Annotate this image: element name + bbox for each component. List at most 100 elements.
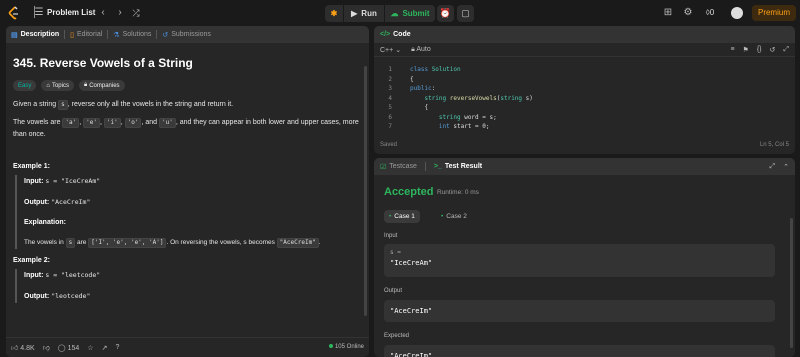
notes-button[interactable]: ▢ — [457, 5, 474, 22]
help-button[interactable]: ? — [115, 344, 119, 351]
checkbox-icon: ☑ — [380, 163, 387, 171]
format-icon[interactable]: ≡ — [730, 46, 734, 54]
code-text: { — [410, 75, 414, 83]
code-line[interactable]: 5 { — [374, 103, 795, 113]
line-number: 7 — [388, 123, 392, 130]
chevron-right-icon[interactable]: › — [114, 7, 126, 19]
timer-button[interactable]: ⏰ — [437, 5, 454, 22]
vowels-statement: The vowels are 'a', 'e', 'i', 'o', and '… — [13, 118, 359, 138]
difficulty-badge: Easy — [13, 80, 37, 91]
like-button[interactable]: 👍︎ 4.8K — [11, 343, 35, 352]
comment-icon: ◯ — [57, 344, 66, 352]
description-scrollbar[interactable] — [364, 66, 367, 316]
result-tab-bar: ☑ Testcase >_ Test Result ⤢ ⌃ — [374, 158, 795, 175]
list-icon[interactable]: ☰ — [33, 7, 45, 19]
code-line[interactable]: 6 string word = s; — [374, 113, 795, 123]
problem-title[interactable]: 345. Reverse Vowels of a String — [13, 56, 362, 70]
tab-test-result[interactable]: >_ Test Result — [434, 163, 482, 170]
companies-badge[interactable]: 🔒︎ Companies — [78, 80, 125, 91]
line-number: 1 — [388, 66, 392, 73]
run-button[interactable]: ▶ Run — [344, 5, 384, 22]
play-icon: ▶ — [351, 9, 358, 18]
note-icon: ▢ — [461, 8, 470, 18]
code-line[interactable]: 7 int start = 0; — [374, 122, 795, 132]
code-brackets-icon: </> — [380, 31, 391, 38]
reset-icon[interactable]: ↺ — [770, 46, 776, 54]
online-count: 105 Online — [334, 344, 364, 350]
expand-icon[interactable]: ⤢ — [783, 46, 789, 54]
favorite-button[interactable]: ☆ — [87, 344, 93, 352]
output-value: "AceCreIm" — [51, 198, 91, 206]
tag-icon: ⌂ — [46, 82, 50, 89]
output-label: Output: — [24, 199, 50, 206]
tab-testcase[interactable]: ☑ Testcase — [380, 163, 417, 171]
leetcode-logo-icon[interactable] — [8, 6, 20, 20]
test-result-panel: ☑ Testcase >_ Test Result ⤢ ⌃ Accepted Run… — [374, 158, 795, 357]
layout-grid-icon[interactable]: ⊞ — [662, 7, 674, 19]
debug-button[interactable]: ✱ — [325, 5, 343, 22]
code-line[interactable]: 4 string reverseVowels(string s) — [374, 94, 795, 104]
dot-icon: • — [441, 213, 444, 220]
alarm-clock-icon: ⏰ — [439, 8, 452, 18]
example-1-input: Input: s = "IceCreAm" — [24, 175, 362, 188]
avatar[interactable] — [731, 7, 743, 19]
code-line[interactable]: 1 class Solution — [374, 65, 795, 75]
expected-label: Expected — [384, 333, 410, 339]
lock-icon: 🔒︎ — [411, 45, 415, 53]
saved-status: Saved — [380, 142, 398, 148]
topics-badge[interactable]: ⌂ Topics — [41, 80, 74, 91]
tab-editorial[interactable]: ▯ Editorial — [70, 31, 102, 39]
example-1-explanation-label: Explanation: — [24, 217, 362, 229]
example-2-input: Input: s = "leetcode" — [24, 269, 362, 282]
case-2-label: Case 2 — [446, 213, 467, 220]
result-scrollbar[interactable] — [790, 218, 793, 348]
document-icon: ▤ — [11, 31, 18, 39]
code-editor[interactable]: 1 class Solution 2{3 public: 4 string revers… — [374, 65, 795, 132]
comments-button[interactable]: ◯ 154 — [58, 344, 79, 352]
share-button[interactable]: ↗ — [102, 344, 108, 352]
settings-gear-icon[interactable]: ⚙ — [682, 7, 694, 19]
input-label: Input — [384, 233, 398, 239]
dislike-button[interactable]: 👎︎ — [43, 343, 50, 352]
braces-icon[interactable]: {} — [757, 46, 762, 54]
statement-text: , reverse only all the vowels in the str… — [67, 101, 234, 108]
problem-badges: Easy ⌂ Topics 🔒︎ Companies — [13, 80, 362, 91]
line-number: 5 — [388, 104, 392, 111]
maximize-icon[interactable]: ⤢ — [770, 163, 776, 171]
example-1-explanation: The vowels in s are ['I', 'e', 'e', 'A']… — [24, 237, 362, 249]
language-select[interactable]: C++ ⌄ — [380, 46, 401, 54]
runtime-text: Runtime: 0 ms — [437, 189, 479, 196]
tab-description[interactable]: ▤ Description — [11, 31, 59, 39]
input-value: s = "leetcode" — [45, 271, 101, 279]
code-line[interactable]: 3 public: — [374, 84, 795, 94]
code-line[interactable]: 2{ — [374, 75, 795, 85]
inline-code: s — [58, 100, 68, 110]
problem-list-link[interactable]: Problem List — [47, 8, 95, 17]
code-text: class Solution — [410, 66, 461, 73]
bookmark-icon[interactable]: ⚑ — [743, 46, 749, 54]
streak-counter[interactable]: ◊0 — [702, 7, 718, 19]
auto-toggle[interactable]: 🔒︎ Auto — [411, 46, 431, 54]
code-panel-title: Code — [393, 31, 411, 38]
line-number: 4 — [388, 94, 392, 102]
premium-button[interactable]: Premium — [752, 5, 796, 21]
online-indicator: 105 Online — [328, 344, 364, 350]
auto-label: Auto — [416, 45, 431, 53]
chevron-left-icon[interactable]: ‹ — [97, 7, 109, 19]
collapse-icon[interactable]: ⌃ — [783, 163, 789, 171]
top-navbar: │ ☰ Problem List ‹ › ⤮ ✱ ▶ Run ☁ Submit ⏰ … — [0, 0, 800, 26]
like-count: 4.8K — [20, 345, 35, 352]
case-2-tab[interactable]: • Case 2 — [436, 210, 472, 223]
shuffle-icon[interactable]: ⤮ — [130, 7, 142, 19]
problem-statement: Given a string s, reverse only all the v… — [13, 99, 362, 111]
code-text: int start = 0; — [438, 123, 490, 130]
inline-code: 'a' — [62, 118, 80, 128]
submit-button[interactable]: ☁ Submit — [385, 5, 435, 22]
streak-count: 0 — [709, 8, 715, 17]
cloud-upload-icon: ☁ — [390, 9, 399, 18]
case-1-tab[interactable]: • Case 1 — [384, 210, 420, 223]
tab-solutions[interactable]: ⚗ Solutions — [113, 31, 151, 39]
cursor-position: Ln 5, Col 5 — [759, 142, 789, 148]
tab-submissions[interactable]: ↺ Submissions — [162, 31, 211, 39]
explanation-text: . On reversing the vowels, s becomes — [166, 239, 275, 246]
